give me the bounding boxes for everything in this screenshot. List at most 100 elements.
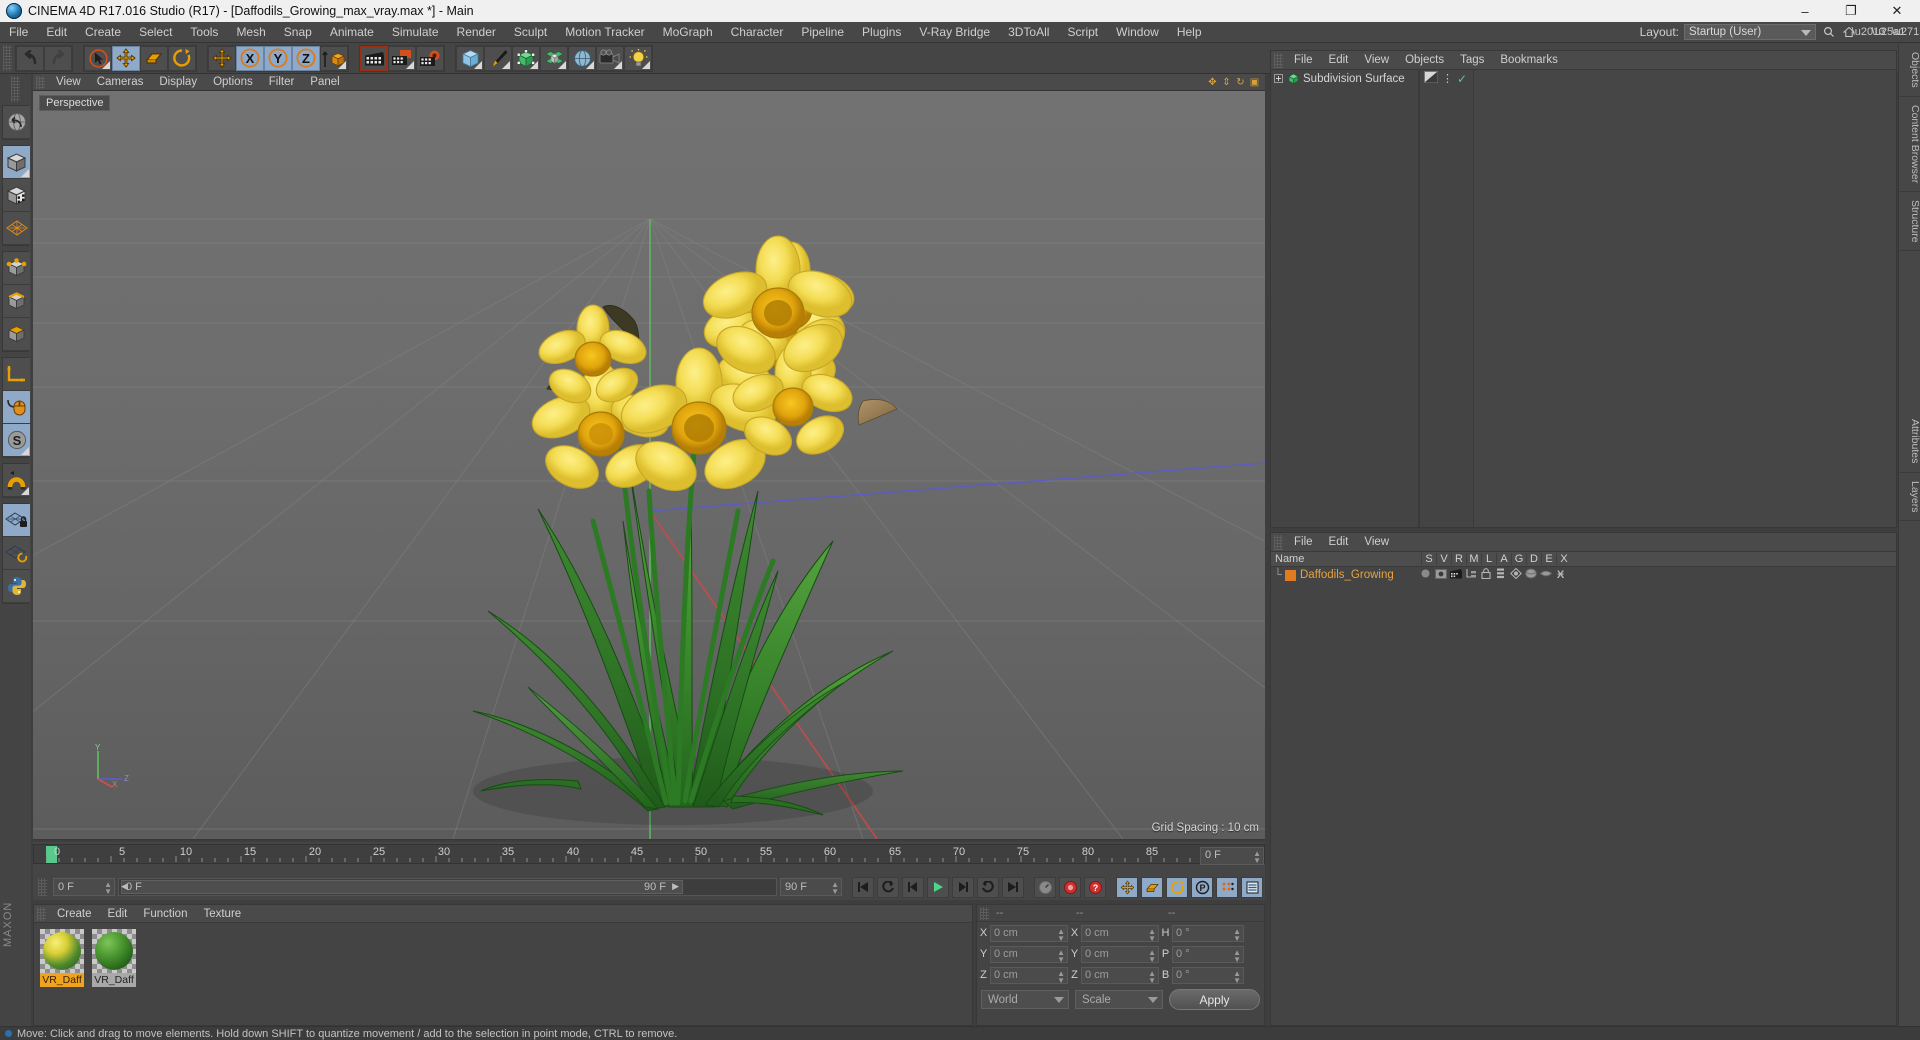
viewport-menu-panel[interactable]: Panel [302,74,347,91]
power-slider-range[interactable]: 0 F 90 F ▶ ◀ [121,880,683,894]
spinner-icon[interactable]: ▲▼ [104,881,112,895]
pan-view-icon[interactable]: ✥ [1207,77,1218,88]
viewport-menu-cameras[interactable]: Cameras [89,74,152,91]
object-axis-button[interactable] [3,358,30,391]
anim-end-field[interactable]: 90 F ▲▼ [780,878,842,896]
layer-col-m[interactable]: M [1466,553,1481,565]
dock-tab-structure[interactable]: Structure [1899,192,1920,252]
layer-deformer-icon[interactable] [1523,568,1538,582]
spinner-icon[interactable]: ▲▼ [1233,928,1241,942]
material-menu-edit[interactable]: Edit [100,905,136,923]
add-cube-button[interactable] [456,46,484,71]
add-deformer-button[interactable] [540,46,568,71]
viewport-solo-button[interactable] [3,391,30,424]
coord-size-y-input[interactable]: 0 cm ▲▼ [1081,946,1159,963]
render-view-button[interactable] [360,46,388,71]
scale-tool-button[interactable] [140,46,168,71]
spinner-icon[interactable]: ▲▼ [1253,850,1261,864]
menu-render[interactable]: Render [448,22,505,43]
layer-col-e[interactable]: E [1541,553,1556,565]
dock-tab-objects[interactable]: Objects [1899,44,1920,97]
material-swatch[interactable] [40,929,84,973]
planar-workplane-button[interactable] [3,537,30,570]
step-forward-button[interactable] [952,877,974,898]
object-tag-row[interactable]: ⋮ ✓ [1420,70,1473,87]
menu-help[interactable]: Help [1168,22,1211,43]
next-key-button[interactable] [977,877,999,898]
add-environment-button[interactable] [568,46,596,71]
lm-menu-view[interactable]: View [1356,533,1397,552]
spinner-icon[interactable]: ▲▼ [1057,949,1065,963]
layout-dropdown[interactable]: Startup (User) [1684,24,1816,40]
key-position-button[interactable] [1116,877,1138,898]
layer-generator-icon[interactable] [1508,568,1523,582]
key-param-button[interactable]: P [1191,877,1213,898]
menu-mesh[interactable]: Mesh [227,22,274,43]
expand-toggle-icon[interactable] [1273,74,1284,83]
step-back-button[interactable] [902,877,924,898]
menu-tools[interactable]: Tools [181,22,227,43]
coord-pos-y-input[interactable]: 0 cm ▲▼ [990,946,1068,963]
material-grip[interactable] [37,907,46,921]
menu-mograph[interactable]: MoGraph [654,22,722,43]
keyframe-select-button[interactable]: ? [1084,877,1106,898]
workplane-mode-button[interactable] [3,212,30,245]
dock-tab-attributes[interactable]: Attributes [1899,411,1920,472]
undo-view-button[interactable] [3,106,30,139]
om-menu-view[interactable]: View [1356,51,1397,70]
menu-simulate[interactable]: Simulate [383,22,448,43]
ps-arrow-icon[interactable]: ▶ [672,881,679,892]
menu-snap[interactable]: Snap [275,22,321,43]
lm-menu-edit[interactable]: Edit [1321,533,1357,552]
layer-col-d[interactable]: D [1526,553,1541,565]
model-mode-button[interactable] [3,146,30,179]
material-item[interactable]: VR_Daff [40,929,84,987]
perspective-viewport[interactable]: Perspective Grid Spacing : 10 cm Y Z X [33,91,1265,839]
coord-rot-b-input[interactable]: 0 ° ▲▼ [1172,967,1244,984]
python-button[interactable] [3,570,30,603]
coordinate-system-dropdown[interactable]: World [981,990,1069,1009]
spinner-icon[interactable]: ▲▼ [831,881,839,895]
layer-col-x[interactable]: X [1556,553,1571,565]
menu-create[interactable]: Create [76,22,130,43]
lock-x-button[interactable]: X [236,46,264,71]
layer-col-s[interactable]: S [1421,553,1436,565]
spinner-icon[interactable]: ▲▼ [1233,970,1241,984]
coordinate-mode-dropdown[interactable]: Scale [1075,990,1163,1009]
ps-arrow-left-icon[interactable]: ◀ [121,881,128,892]
menu-vray-bridge[interactable]: V-Ray Bridge [910,22,999,43]
world-coordinate-button[interactable] [320,46,348,71]
menu-motion-tracker[interactable]: Motion Tracker [556,22,653,43]
layer-lock-icon[interactable] [1478,568,1493,582]
menu-script[interactable]: Script [1058,22,1107,43]
menu-edit[interactable]: Edit [37,22,76,43]
material-menu-create[interactable]: Create [49,905,100,923]
toolbar-grip[interactable] [3,45,12,71]
dock-tab-content-browser[interactable]: Content Browser [1899,97,1920,192]
object-row[interactable]: Subdivision Surface [1271,70,1418,87]
viewport-menu-display[interactable]: Display [151,74,205,91]
menu-3dtoall[interactable]: 3DToAll [999,22,1058,43]
viewport-menu-options[interactable]: Options [205,74,261,91]
move-axis-button[interactable] [208,46,236,71]
coord-size-x-input[interactable]: 0 cm ▲▼ [1081,925,1159,942]
live-selection-button[interactable] [84,46,112,71]
anim-grip[interactable] [38,878,47,896]
points-mode-button[interactable] [3,252,30,285]
coord-size-z-input[interactable]: 0 cm ▲▼ [1081,967,1159,984]
maximize-button[interactable]: ❐ [1828,0,1874,22]
enabled-check-icon[interactable]: ✓ [1457,72,1467,86]
spinner-icon[interactable]: ▲▼ [1057,928,1065,942]
spinner-icon[interactable]: ▲▼ [1148,928,1156,942]
material-menu-texture[interactable]: Texture [195,905,249,923]
coord-rot-p-input[interactable]: 0 ° ▲▼ [1172,946,1244,963]
material-menu-function[interactable]: Function [135,905,195,923]
menu-file[interactable]: File [0,22,37,43]
viewport-menu-view[interactable]: View [48,74,89,91]
spinner-icon[interactable]: ▲▼ [1148,949,1156,963]
polygons-mode-button[interactable] [3,318,30,351]
layer-col-a[interactable]: A [1496,553,1511,565]
layer-col-l[interactable]: L [1481,553,1496,565]
scale-snap-button[interactable]: S [3,424,30,457]
om-menu-tags[interactable]: Tags [1452,51,1492,70]
